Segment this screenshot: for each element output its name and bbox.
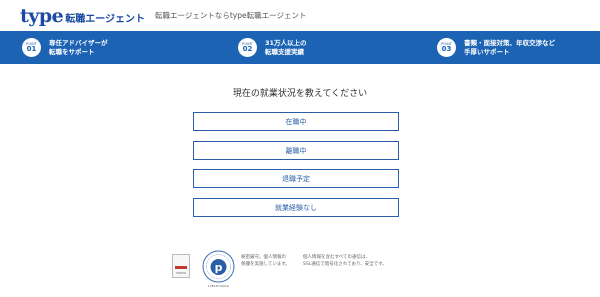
seal-bar (175, 266, 187, 269)
point-text: 書類・面接対策、年収交渉など 手厚いサポート (464, 39, 555, 57)
point-text-line1: 専任アドバイザーが (49, 38, 108, 47)
ssl-note-line2: SSL通信で暗号化されており、安全です。 (303, 262, 387, 267)
option-unemployed-button[interactable]: 離職中 (193, 141, 399, 160)
point-text-line2: 転職をサポート (49, 47, 95, 56)
site-header: type 転職エージェント 転職エージェントならtype転職エージェント (0, 0, 600, 31)
point-badge: POINT 02 (238, 38, 257, 57)
point-03: POINT 03 書類・面接対策、年収交渉など 手厚いサポート (437, 31, 555, 64)
point-text-line2: 転職支援実績 (265, 47, 304, 56)
seal-text: TOKYO (175, 271, 187, 275)
point-badge: POINT 01 (22, 38, 41, 57)
option-no-experience-button[interactable]: 就業経験なし (193, 198, 399, 217)
site-logo[interactable]: type 転職エージェント (20, 5, 145, 27)
privacy-mark-number: 10824076(04) (207, 284, 230, 288)
privacy-mark-icon: p (202, 250, 235, 283)
point-text-line1: 31万人以上の (265, 38, 307, 47)
logo-sub-text: 転職エージェント (65, 14, 146, 25)
point-text-line1: 書類・面接対策、年収交渉など (464, 38, 555, 47)
privacy-note-line2: 保護を実施しています。 (241, 262, 290, 267)
point-badge-number: 03 (441, 45, 452, 53)
question-heading: 現在の就業状況を教えてください (232, 89, 368, 99)
option-planning-to-quit-button[interactable]: 退職予定 (193, 169, 399, 188)
point-text: 31万人以上の 転職支援実績 (265, 39, 307, 57)
ssl-note: 個人情報を含むすべての通信は、 SSL通信で暗号化されており、安全です。 (303, 254, 387, 268)
privacy-note: 秘密厳守。個人情報の 保護を実施しています。 (241, 254, 290, 268)
point-text: 専任アドバイザーが 転職をサポート (49, 39, 108, 57)
svg-text:p: p (215, 261, 223, 274)
privacy-note-line1: 秘密厳守。個人情報の (241, 255, 286, 260)
ssl-note-line1: 個人情報を含むすべての通信は、 (303, 255, 371, 260)
points-banner: POINT 01 専任アドバイザーが 転職をサポート POINT 02 31万人… (0, 31, 600, 64)
point-text-line2: 手厚いサポート (464, 47, 510, 56)
header-tagline: 転職エージェントならtype転職エージェント (155, 11, 307, 20)
point-02: POINT 02 31万人以上の 転職支援実績 (238, 31, 307, 64)
point-badge: POINT 03 (437, 38, 456, 57)
logo-type-text: type (20, 5, 64, 27)
point-01: POINT 01 専任アドバイザーが 転職をサポート (22, 31, 108, 64)
point-badge-number: 02 (242, 45, 253, 53)
point-badge-number: 01 (26, 45, 37, 53)
security-seal-icon: TOKYO (172, 254, 190, 278)
option-employed-button[interactable]: 在職中 (193, 112, 399, 131)
